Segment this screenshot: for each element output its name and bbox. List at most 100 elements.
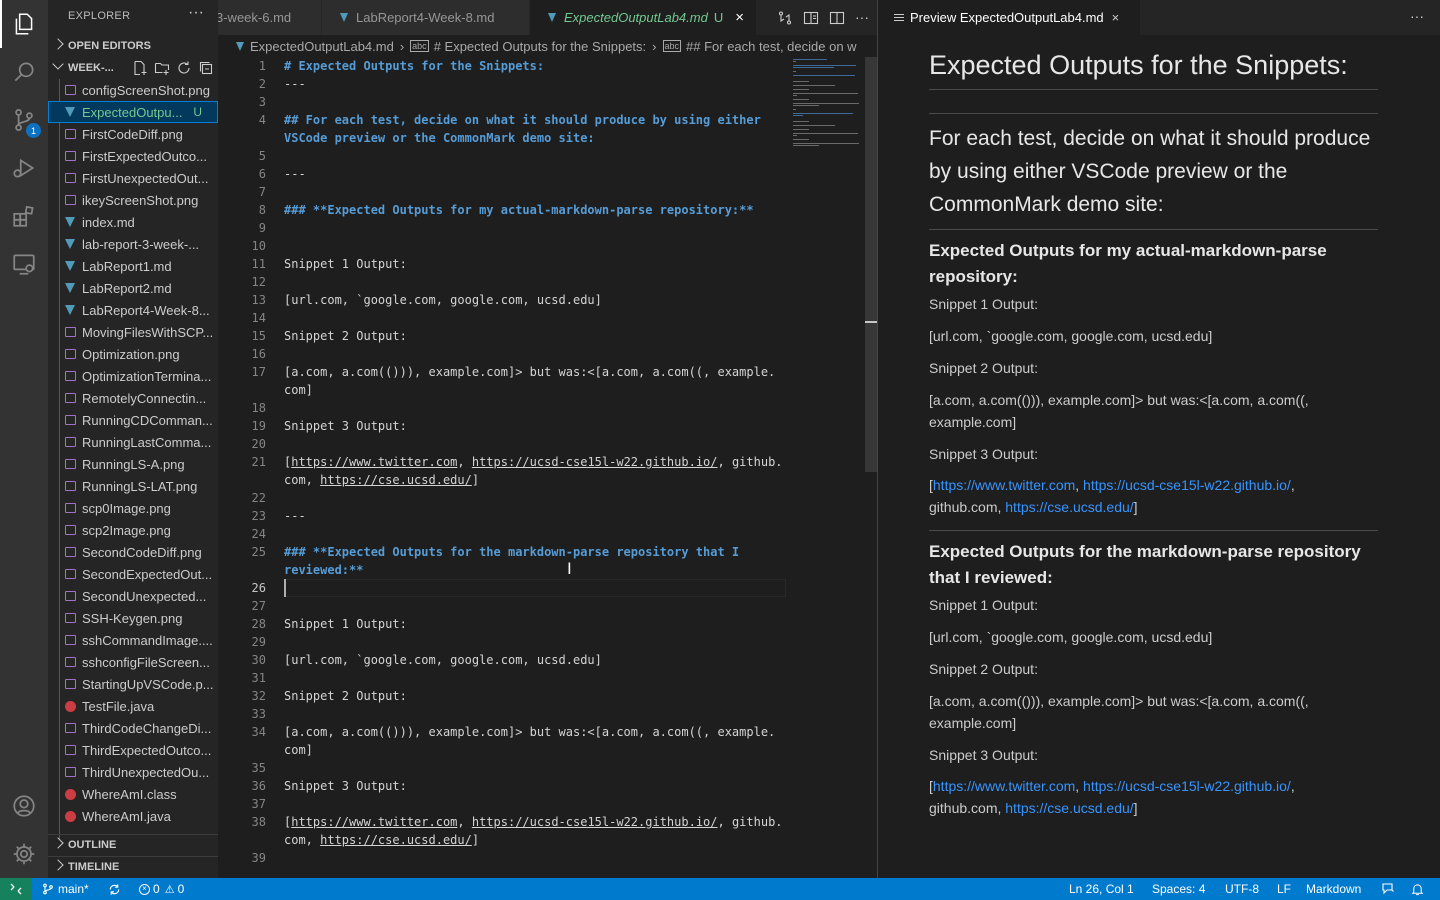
file-item[interactable]: TestFile.java (48, 695, 218, 717)
code-line[interactable]: ## For each test, decide on what it shou… (284, 111, 761, 129)
file-item[interactable]: ExpectedOutpu... U (48, 101, 218, 123)
github-io-link[interactable]: https://ucsd-cse15l-w22.github.io/ (1083, 778, 1291, 794)
close-tab-icon[interactable]: × (735, 9, 744, 26)
code-line[interactable]: ### **Expected Outputs for my actual-mar… (284, 201, 754, 219)
refresh-icon[interactable] (176, 60, 192, 76)
file-item[interactable]: scp2Image.png (48, 519, 218, 541)
end-of-line[interactable]: LF (1277, 878, 1291, 900)
file-item[interactable]: Optimization.png (48, 343, 218, 365)
code-line[interactable]: ### **Expected Outputs for the markdown-… (284, 543, 739, 561)
code-line[interactable]: [a.com, a.com(())), example.com]> but wa… (284, 723, 775, 741)
file-item[interactable]: ThirdCodeChangeDi... (48, 717, 218, 739)
file-item[interactable]: WhereAmI.class (48, 783, 218, 805)
timeline-section[interactable]: TIMELINE (48, 856, 218, 878)
split-editor-icon[interactable] (829, 10, 845, 26)
breadcrumb-heading-2[interactable]: ## For each test, decide on w (686, 39, 857, 54)
file-item[interactable]: index.md (48, 211, 218, 233)
breadcrumb-heading-1[interactable]: # Expected Outputs for the Snippets: (434, 39, 646, 54)
problems-indicator[interactable]: × 0 ⚠ 0 (139, 878, 184, 900)
code-line[interactable]: com, https://cse.ucsd.edu/] (284, 471, 479, 489)
encoding[interactable]: UTF-8 (1225, 878, 1259, 900)
remote-indicator-icon[interactable] (0, 878, 32, 900)
tab-preview[interactable]: Preview ExpectedOutputLab4.md × (878, 0, 1140, 35)
code-line[interactable]: Snippet 2 Output: (284, 327, 407, 345)
code-line[interactable]: --- (284, 75, 306, 93)
search-icon[interactable] (0, 48, 48, 96)
file-item[interactable]: LabReport1.md (48, 255, 218, 277)
code-line[interactable]: [https://www.twitter.com, https://ucsd-c… (284, 453, 783, 471)
code-line[interactable]: Snippet 1 Output: (284, 255, 407, 273)
file-item[interactable]: scp0Image.png (48, 497, 218, 519)
extensions-icon[interactable] (0, 192, 48, 240)
code-line[interactable]: com] (284, 741, 313, 759)
code-line[interactable]: # Expected Outputs for the Snippets: (284, 57, 544, 75)
scrollbar-thumb[interactable] (865, 57, 877, 472)
github-io-link[interactable]: https://ucsd-cse15l-w22.github.io/ (1083, 477, 1291, 493)
cursor-position[interactable]: Ln 26, Col 1 (1069, 878, 1134, 900)
folder-section[interactable]: WEEK-... (48, 57, 218, 79)
code-line[interactable]: [https://www.twitter.com, https://ucsd-c… (284, 813, 783, 831)
new-file-icon[interactable] (132, 60, 148, 76)
source-control-icon[interactable]: 1 (0, 96, 48, 144)
code-line[interactable]: [url.com, `google.com, google.com, ucsd.… (284, 651, 602, 669)
sync-icon[interactable] (108, 878, 121, 900)
file-item[interactable]: SSH-Keygen.png (48, 607, 218, 629)
file-item[interactable]: OptimizationTermina... (48, 365, 218, 387)
code-line[interactable]: [a.com, a.com(())), example.com]> but wa… (284, 363, 775, 381)
file-item[interactable]: FirstUnexpectedOut... (48, 167, 218, 189)
editor-scrollbar[interactable] (863, 57, 877, 878)
file-item[interactable]: RunningLS-A.png (48, 453, 218, 475)
code-line[interactable]: Snippet 1 Output: (284, 615, 407, 633)
file-item[interactable]: sshCommandImage.... (48, 629, 218, 651)
code-line[interactable]: Snippet 3 Output: (284, 777, 407, 795)
indentation[interactable]: Spaces: 4 (1152, 878, 1205, 900)
file-item[interactable]: StartingUpVSCode.p... (48, 673, 218, 695)
file-item[interactable]: SecondUnexpected... (48, 585, 218, 607)
file-item[interactable]: RemotelyConnectin... (48, 387, 218, 409)
cse-ucsd-link[interactable]: https://cse.ucsd.edu/ (1005, 800, 1133, 816)
language-mode[interactable]: Markdown (1306, 878, 1361, 900)
accounts-icon[interactable] (0, 782, 48, 830)
twitter-link[interactable]: https://www.twitter.com (933, 477, 1075, 493)
explorer-more-icon[interactable]: ··· (188, 4, 204, 22)
run-debug-icon[interactable] (0, 144, 48, 192)
file-item[interactable]: configScreenShot.png (48, 79, 218, 101)
code-line[interactable]: [url.com, `google.com, google.com, ucsd.… (284, 291, 602, 309)
breadcrumb-file[interactable]: ExpectedOutputLab4.md (250, 39, 394, 54)
code-line[interactable]: Snippet 3 Output: (284, 417, 407, 435)
file-item[interactable]: ThirdExpectedOutco... (48, 739, 218, 761)
open-changes-icon[interactable] (777, 10, 793, 26)
close-tab-icon[interactable]: × (1112, 10, 1120, 25)
code-line[interactable]: Snippet 2 Output: (284, 687, 407, 705)
tab-week-6[interactable]: 3-week-6.md (218, 0, 322, 35)
file-item[interactable]: FirstCodeDiff.png (48, 123, 218, 145)
code-line[interactable]: --- (284, 165, 306, 183)
more-actions-icon[interactable]: ··· (1410, 8, 1424, 24)
explorer-files-icon[interactable] (0, 0, 48, 48)
minimap[interactable] (791, 57, 863, 157)
cse-ucsd-link[interactable]: https://cse.ucsd.edu/ (1005, 499, 1133, 515)
code-line[interactable]: --- (284, 507, 306, 525)
tab-expected-output[interactable]: ExpectedOutputLab4.md U × (530, 0, 757, 35)
notifications-bell-icon[interactable] (1411, 878, 1424, 900)
file-item[interactable]: ThirdUnexpectedOu... (48, 761, 218, 783)
file-item[interactable]: WhereAmI.java (48, 805, 218, 827)
file-item[interactable]: ikeyScreenShot.png (48, 189, 218, 211)
file-item[interactable]: LabReport2.md (48, 277, 218, 299)
code-line[interactable]: VSCode preview or the CommonMark demo si… (284, 129, 595, 147)
new-folder-icon[interactable] (154, 60, 170, 76)
branch-indicator[interactable]: main* (42, 878, 89, 900)
open-editors-section[interactable]: OPEN EDITORS (48, 35, 218, 57)
file-item[interactable]: RunningLS-LAT.png (48, 475, 218, 497)
code-line[interactable]: com, https://cse.ucsd.edu/] (284, 831, 479, 849)
twitter-link[interactable]: https://www.twitter.com (933, 778, 1075, 794)
remote-explorer-icon[interactable] (0, 240, 48, 288)
manage-gear-icon[interactable] (0, 830, 48, 878)
file-item[interactable]: sshconfigFileScreen... (48, 651, 218, 673)
code-editor[interactable]: 1 2 3 4 5 6 7 8 9 10 11 12 13 14 15 16 17 18 19 20 21 22 23 24 2… (218, 57, 877, 878)
tab-labreport4[interactable]: LabReport4-Week-8.md (322, 0, 530, 35)
file-item[interactable]: MovingFilesWithSCP... (48, 321, 218, 343)
open-preview-side-icon[interactable] (803, 10, 819, 26)
file-item[interactable]: FirstExpectedOutco... (48, 145, 218, 167)
collapse-all-icon[interactable] (198, 60, 214, 76)
